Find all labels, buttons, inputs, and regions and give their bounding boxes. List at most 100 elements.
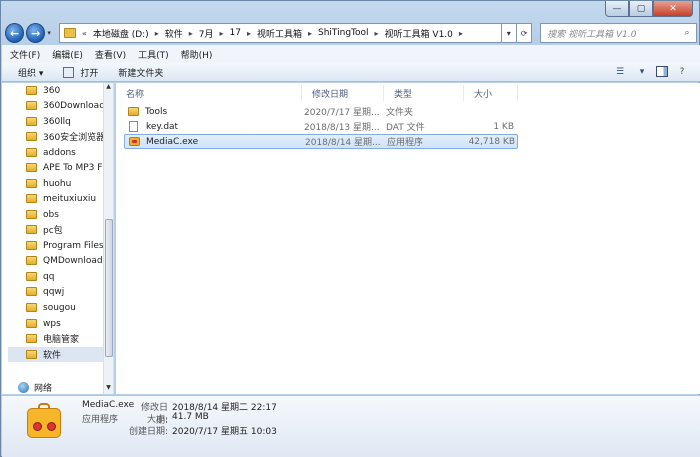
- address-bar[interactable]: « 本地磁盘 (D:) ▸ 软件 ▸ 7月 ▸ 17 ▸ 视听工具箱 ▸ Shi…: [58, 23, 502, 43]
- menu-edit[interactable]: 编辑(E): [52, 48, 83, 61]
- breadcrumb-separator-icon[interactable]: ▸: [306, 29, 314, 38]
- open-button[interactable]: 打开: [63, 66, 98, 79]
- nav-item-label: QMDownload: [43, 255, 103, 266]
- folder-icon: [26, 225, 37, 234]
- nav-item-huohu[interactable]: huohu: [26, 176, 104, 191]
- nav-item-pc-bao[interactable]: pc包: [26, 222, 104, 237]
- breadcrumb-17[interactable]: 17: [226, 28, 245, 38]
- nav-item-label: pc包: [43, 226, 63, 236]
- menu-view[interactable]: 查看(V): [95, 48, 126, 61]
- folder-icon: [26, 272, 37, 281]
- minimize-button[interactable]: —: [605, 1, 629, 17]
- nav-item-label: qqwj: [43, 286, 65, 297]
- exe-icon: [129, 137, 140, 146]
- exe-large-icon: [27, 403, 61, 438]
- file-name: Tools: [145, 106, 168, 117]
- nav-scrollbar[interactable]: ▲ ▼: [103, 83, 113, 394]
- folder-icon: [26, 194, 37, 203]
- nav-item-label: addons: [43, 147, 76, 158]
- nav-item-meituxiuxiu[interactable]: meituxiuxiu: [26, 191, 104, 206]
- file-name-cell: key.dat: [128, 121, 298, 132]
- breadcrumb-separator-icon[interactable]: ▸: [153, 29, 161, 38]
- nav-item-label: 360llq: [43, 116, 71, 127]
- details-created-value: 2020/7/17 星期五 10:03: [172, 427, 277, 437]
- breadcrumb-overflow[interactable]: «: [80, 29, 89, 38]
- recent-pages-dropdown[interactable]: ▾: [47, 29, 55, 37]
- file-name-cell: Tools: [128, 107, 298, 117]
- nav-item-sougou[interactable]: sougou: [26, 300, 104, 315]
- nav-item-ape-to-mp3[interactable]: APE To MP3 F: [26, 160, 104, 175]
- address-history-dropdown[interactable]: ▾: [501, 23, 517, 43]
- close-button[interactable]: ✕: [653, 1, 693, 17]
- nav-item-360-browser[interactable]: 360安全浏览器: [26, 129, 104, 144]
- scroll-down-icon[interactable]: ▼: [104, 384, 113, 394]
- nav-item-network[interactable]: 网络: [18, 381, 52, 394]
- file-name-cell: MediaC.exe: [129, 137, 299, 147]
- nav-item-wps[interactable]: wps: [26, 316, 104, 331]
- file-row[interactable]: key.dat 2018/8/13 星期... DAT 文件 1 KB: [124, 119, 518, 134]
- view-dropdown-icon[interactable]: ▾: [634, 65, 650, 78]
- breadcrumb-toolbox[interactable]: 视听工具箱: [253, 27, 306, 40]
- nav-item-pc-manager[interactable]: 电脑管家: [26, 331, 104, 346]
- nav-item-qq[interactable]: qq: [26, 269, 104, 284]
- icon-handle: [38, 403, 50, 409]
- forward-button[interactable]: →: [26, 23, 46, 43]
- menu-file[interactable]: 文件(F): [10, 48, 40, 61]
- nav-item-360llq[interactable]: 360llq: [26, 114, 104, 129]
- file-row[interactable]: Tools 2020/7/17 星期... 文件夹: [124, 104, 518, 119]
- breadcrumb-separator-icon[interactable]: ▸: [373, 29, 381, 38]
- folder-icon: [26, 319, 37, 328]
- breadcrumb-july[interactable]: 7月: [195, 27, 218, 40]
- column-header-size[interactable]: 大小: [464, 85, 518, 101]
- refresh-button[interactable]: ⟳: [516, 23, 533, 43]
- nav-item-obs[interactable]: obs: [26, 207, 104, 222]
- file-date: 2020/7/17 星期...: [304, 108, 380, 118]
- details-created-label: 创建日期:: [128, 427, 168, 437]
- breadcrumb-separator-icon[interactable]: ▸: [457, 29, 465, 38]
- nav-item-software[interactable]: 软件: [8, 347, 104, 362]
- search-box[interactable]: 搜索 视听工具箱 V1.0 ⌕: [540, 23, 697, 43]
- help-icon[interactable]: ?: [674, 65, 690, 78]
- refresh-icon: ⟳: [520, 28, 528, 38]
- nav-item-qqwj[interactable]: qqwj: [26, 284, 104, 299]
- column-header-type[interactable]: 类型: [384, 85, 464, 101]
- navigation-row: ← → ▾ « 本地磁盘 (D:) ▸ 软件 ▸ 7月 ▸ 17 ▸ 视听工具箱…: [5, 21, 697, 45]
- nav-item-addons[interactable]: addons: [26, 145, 104, 160]
- nav-item-program-files[interactable]: Program Files: [26, 238, 104, 253]
- preview-pane-icon[interactable]: [656, 66, 668, 77]
- file-name: MediaC.exe: [146, 136, 199, 147]
- document-icon: [129, 121, 138, 132]
- nav-item-360[interactable]: 360: [26, 83, 104, 98]
- scroll-thumb[interactable]: [105, 219, 113, 357]
- column-header-modified[interactable]: 修改日期: [302, 85, 384, 101]
- caption-buttons: — ▢ ✕: [605, 1, 693, 17]
- search-icon[interactable]: ⌕: [678, 28, 696, 38]
- file-type: 文件夹: [386, 108, 414, 118]
- breadcrumb-separator-icon[interactable]: ▸: [217, 29, 225, 38]
- breadcrumb-toolbox-v1[interactable]: 视听工具箱 V1.0: [381, 27, 457, 40]
- new-folder-button[interactable]: 新建文件夹: [118, 66, 163, 79]
- nav-item-360download[interactable]: 360Download: [26, 98, 104, 113]
- search-input[interactable]: 搜索 视听工具箱 V1.0: [547, 27, 678, 40]
- navigation-pane: 360 360Download 360llq 360安全浏览器 addons A…: [2, 83, 114, 394]
- column-header-name[interactable]: 名称: [116, 85, 302, 101]
- chevron-down-icon: ▾: [506, 28, 511, 38]
- scroll-up-icon[interactable]: ▲: [104, 83, 113, 93]
- menu-tools[interactable]: 工具(T): [138, 48, 169, 61]
- breadcrumb-software[interactable]: 软件: [161, 27, 187, 40]
- folder-icon: [26, 148, 37, 157]
- open-label: 打开: [80, 68, 99, 79]
- command-bar: 组织 ▾ 打开 新建文件夹 ☰ ▾ ?: [2, 63, 700, 82]
- nav-item-qmdownload[interactable]: QMDownload: [26, 253, 104, 268]
- file-size: 42,718 KB: [468, 136, 515, 147]
- view-options-icon[interactable]: ☰: [612, 65, 628, 78]
- menu-help[interactable]: 帮助(H): [181, 48, 213, 61]
- breadcrumb-separator-icon[interactable]: ▸: [187, 29, 195, 38]
- maximize-button[interactable]: ▢: [629, 1, 653, 17]
- breadcrumb-drive[interactable]: 本地磁盘 (D:): [89, 27, 153, 40]
- breadcrumb-shitingtool[interactable]: ShiTingTool: [314, 28, 373, 38]
- back-button[interactable]: ←: [5, 23, 25, 43]
- file-row[interactable]: MediaC.exe 2018/8/14 星期... 应用程序 42,718 K…: [124, 134, 518, 149]
- breadcrumb-separator-icon[interactable]: ▸: [245, 29, 253, 38]
- organize-button[interactable]: 组织 ▾: [18, 66, 43, 79]
